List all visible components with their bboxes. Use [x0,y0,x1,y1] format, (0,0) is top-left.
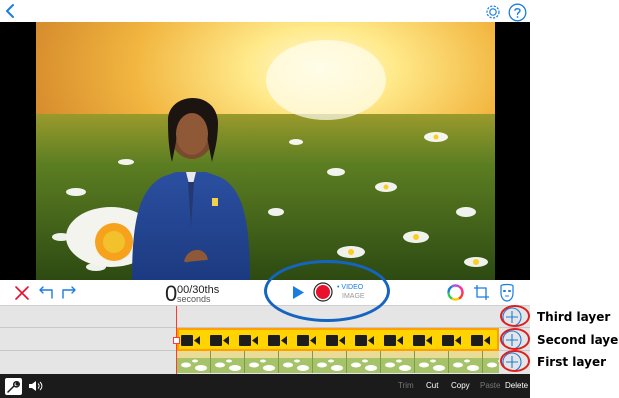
video-camera-icon [355,335,374,346]
video-camera-icon [239,335,258,346]
video-camera-icon [442,335,461,346]
video-preview[interactable] [0,22,530,280]
preview-image [36,22,495,280]
wrench-icon[interactable] [5,378,22,395]
delete-button[interactable]: Delete [505,381,528,390]
top-bar [0,0,530,22]
video-camera-icon [268,335,287,346]
video-camera-icon [181,335,200,346]
third-layer-highlight [500,305,530,327]
cut-button[interactable]: Cut [426,381,438,390]
image-clip[interactable] [177,351,499,373]
video-camera-icon [326,335,345,346]
timeline[interactable] [0,306,530,374]
paste-button[interactable]: Paste [480,381,500,390]
video-clip[interactable] [177,328,499,351]
gear-icon[interactable] [484,3,502,21]
third-layer-label: Third layer [537,310,611,324]
playhead-handle[interactable] [173,337,180,344]
time-seconds: 0 [165,281,178,306]
video-camera-icon [210,335,229,346]
first-layer-label: First layer [537,355,607,369]
help-icon[interactable] [508,3,527,22]
color-wheel-icon[interactable] [447,284,464,301]
second-layer-label: Second layer [537,333,619,347]
back-chevron-icon[interactable] [2,2,18,20]
video-camera-icon [297,335,316,346]
redo-icon[interactable] [60,284,77,300]
speaker-icon[interactable] [28,380,43,392]
bottom-toolbar: Trim Cut Copy Paste Delete [0,374,530,398]
trim-button[interactable]: Trim [398,381,414,390]
undo-icon[interactable] [38,284,55,300]
app-window: 0 00/30ths seconds • VIDEO IMAGE Trim Cu… [0,0,619,398]
second-layer-highlight [500,328,530,350]
video-camera-icon [413,335,432,346]
copy-button[interactable]: Copy [451,381,470,390]
crop-icon[interactable] [473,284,490,301]
playback-controls-highlight [264,260,390,322]
time-unit-label: seconds [177,294,211,304]
video-camera-icon [471,335,490,346]
first-layer-highlight [500,350,530,372]
mask-icon[interactable] [499,283,515,302]
close-x-icon[interactable] [14,285,30,301]
video-camera-icon [384,335,403,346]
